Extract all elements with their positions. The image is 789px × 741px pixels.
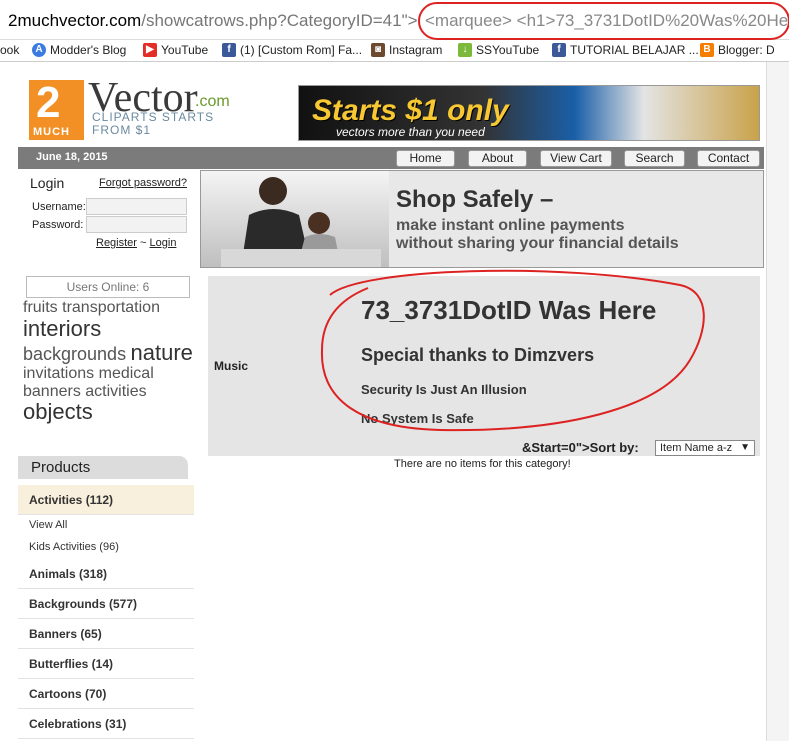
nav-view-cart-button[interactable]: View Cart <box>540 150 612 167</box>
password-label: Password: <box>32 219 84 231</box>
logo-much: MUCH <box>33 126 70 138</box>
logo-tagline: CLIPARTS STARTS FROM $1 <box>92 110 215 137</box>
bookmark-item[interactable]: f (1) [Custom Rom] Fa... <box>222 43 362 57</box>
shop-safely-subtitle: make instant online payments without shar… <box>396 217 679 252</box>
bookmark-item[interactable]: ◙ Instagram <box>371 43 442 57</box>
tag-link[interactable]: invitations <box>23 365 94 382</box>
bookmark-item[interactable]: ook <box>0 43 19 57</box>
category-backgrounds[interactable]: Backgrounds (577) <box>18 589 194 619</box>
url-path: /showcatrows.php?CategoryID=41"> <box>141 11 418 30</box>
injected-no-system-line: No System Is Safe <box>361 411 474 426</box>
blog-icon: A <box>32 43 46 57</box>
tag-link[interactable]: transportation <box>62 299 160 316</box>
bookmark-item[interactable]: ▶ YouTube <box>143 43 208 57</box>
blogger-icon: B <box>700 43 714 57</box>
address-url[interactable]: 2muchvector.com/showcatrows.php?Category… <box>8 11 418 31</box>
products-heading: Products <box>18 456 188 479</box>
users-online-box: Users Online: 6 <box>26 276 190 298</box>
category-activities-active[interactable]: Activities (112) <box>18 485 194 515</box>
tag-link[interactable]: backgrounds <box>23 344 126 364</box>
shop-safely-title: Shop Safely – <box>396 186 554 213</box>
tag-link[interactable]: objects <box>23 399 93 424</box>
banner-headline: Starts $1 only <box>312 94 509 127</box>
nav-about-button[interactable]: About <box>468 150 527 167</box>
category-title-music: Music <box>214 359 249 373</box>
red-annotation-circle-url <box>418 2 789 40</box>
facebook-icon: f <box>222 43 236 57</box>
bookmark-item[interactable]: ↓ SSYouTube <box>458 43 539 57</box>
banner-subtitle: vectors more than you need <box>336 125 485 139</box>
sort-select[interactable]: Item Name a-z ▼ <box>655 440 755 456</box>
url-host: 2muchvector.com <box>8 11 142 30</box>
tag-link[interactable]: nature <box>131 340 193 365</box>
nav-contact-button[interactable]: Contact <box>697 150 760 167</box>
category-banners[interactable]: Banners (65) <box>18 619 194 649</box>
password-input[interactable] <box>86 216 187 233</box>
subcategory-kids-activities[interactable]: Kids Activities (96) <box>29 541 119 553</box>
instagram-icon: ◙ <box>371 43 385 57</box>
logo-dotcom: .com <box>195 93 230 110</box>
sort-by-label: &Start=0">Sort by: <box>522 440 639 455</box>
bookmarks-bar: ook A Modder's Blog ▶ YouTube f (1) [Custom… <box>0 40 789 62</box>
login-links: Register ~ Login <box>96 237 177 249</box>
no-items-message: There are no items for this category! <box>394 458 571 470</box>
tag-link[interactable]: medical <box>99 365 154 382</box>
nav-date: June 18, 2015 <box>36 151 108 163</box>
injected-security-line: Security Is Just An Illusion <box>361 382 527 397</box>
download-icon: ↓ <box>458 43 472 57</box>
category-celebrations[interactable]: Celebrations (31) <box>18 709 194 739</box>
injected-heading: 73_3731DotID Was Here <box>361 295 657 325</box>
bookmark-item[interactable]: B Blogger: D <box>700 43 775 57</box>
scrollbar[interactable] <box>766 62 789 741</box>
couple-photo <box>201 171 389 267</box>
login-link[interactable]: Login <box>150 237 177 249</box>
username-label: Username: <box>32 201 86 213</box>
subcategory-view-all[interactable]: View All <box>29 519 67 531</box>
category-animals[interactable]: Animals (318) <box>18 559 194 589</box>
tag-cloud: fruits transportation interiors backgrou… <box>23 299 199 424</box>
tag-link[interactable]: fruits <box>23 299 58 316</box>
nav-home-button[interactable]: Home <box>396 150 455 167</box>
forgot-password-link[interactable]: Forgot password? <box>99 177 187 189</box>
category-cartoons[interactable]: Cartoons (70) <box>18 679 194 709</box>
injected-thanks: Special thanks to Dimzvers <box>361 345 595 365</box>
people-illustration <box>221 177 381 267</box>
youtube-icon: ▶ <box>143 43 157 57</box>
category-butterflies[interactable]: Butterflies (14) <box>18 649 194 679</box>
register-link[interactable]: Register <box>96 237 137 249</box>
nav-search-button[interactable]: Search <box>624 150 685 167</box>
username-input[interactable] <box>86 198 187 215</box>
tag-link[interactable]: banners <box>23 383 81 400</box>
facebook-icon: f <box>552 43 566 57</box>
login-title: Login <box>30 175 65 191</box>
logo-number: 2 <box>36 78 61 127</box>
bookmark-item[interactable]: f TUTORIAL BELAJAR ... <box>552 43 699 57</box>
tag-link[interactable]: interiors <box>23 316 101 341</box>
bookmark-item[interactable]: A Modder's Blog <box>32 43 126 57</box>
tag-link[interactable]: activities <box>85 383 146 400</box>
chevron-down-icon: ▼ <box>740 442 750 453</box>
